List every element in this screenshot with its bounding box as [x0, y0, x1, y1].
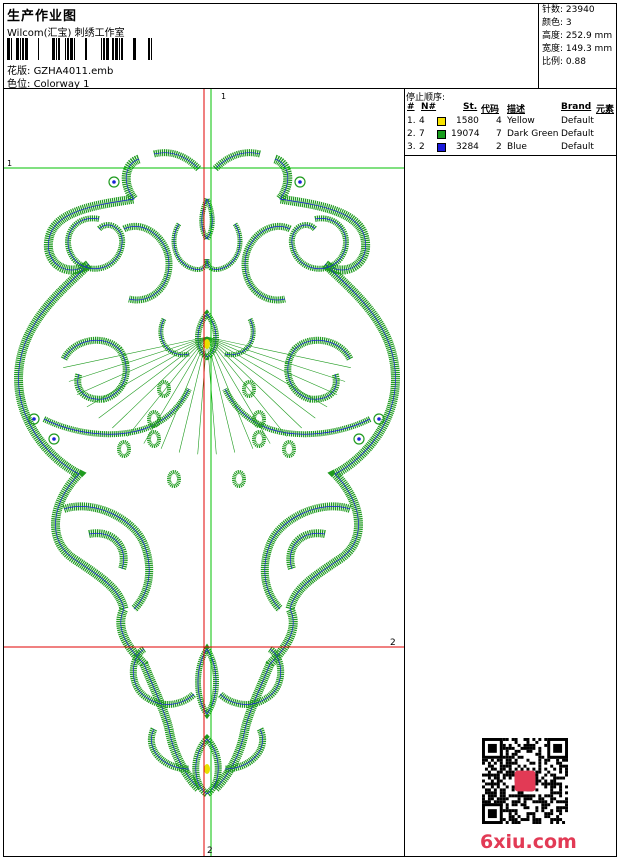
bead-motif: [282, 440, 296, 458]
bead-motif: [232, 470, 246, 488]
bead-motif: [252, 430, 266, 448]
stat-colors: 颜色: 3: [542, 18, 572, 28]
radiating-stitch: [63, 336, 208, 368]
bead-motif: [157, 380, 171, 398]
outer-contour-right: [211, 154, 400, 793]
sheet-title: 生产作业图: [7, 9, 78, 24]
col-code: 代码: [481, 105, 500, 115]
stop-sequence-legend: 停止顺序: # N# St. 代码 描述 Brand 元素 1. 4 1580 …: [404, 89, 616, 155]
radiating-stitch: [206, 336, 328, 408]
canvas-divider: [404, 155, 405, 856]
col-description: 描述: [507, 105, 526, 115]
inner-scroll-left: [60, 149, 202, 403]
flower-center: [298, 180, 302, 184]
col-brand: Brand: [561, 102, 592, 112]
yellow-accent: [204, 339, 210, 349]
production-sheet: 生产作业图 Wilcom(汇宝) 刺绣工作室 花版: GZHA4011.emb …: [3, 3, 617, 857]
embroidery-preview: 1 2 1 2: [4, 89, 404, 856]
col-index: #: [407, 102, 415, 112]
company-name: Wilcom(汇宝) 刺绣工作室: [7, 28, 125, 39]
bead-motif: [167, 470, 181, 488]
mid-band-left-outline: [43, 388, 190, 435]
outer-contour-left: [14, 154, 203, 793]
bottom-drop: [195, 643, 219, 720]
watermark-logo: 6xiu.com: [480, 831, 577, 853]
center-leaf-left: [158, 317, 190, 358]
legend-row: 3. 2 3284 2 Blue Default: [407, 142, 594, 152]
radiating-stitch: [206, 336, 346, 382]
stat-width: 宽度: 149.3 mm: [542, 44, 613, 54]
col-stitches: St.: [463, 102, 478, 112]
flower-center: [112, 180, 116, 184]
flower-center: [52, 437, 56, 441]
col-element: 元素: [596, 105, 615, 115]
color-swatch: [437, 130, 446, 139]
flower-center: [357, 437, 361, 441]
inner-scroll-right: [212, 149, 354, 403]
stat-scale: 比例: 0.88: [542, 57, 586, 67]
inner-scroll-right-outline: [214, 152, 351, 400]
color-swatch: [437, 117, 446, 126]
radiating-stitch: [68, 336, 208, 382]
bead-motif: [147, 430, 161, 448]
stat-stitches: 针数: 23940: [542, 5, 595, 15]
qr-code-icon: [482, 738, 568, 824]
flower-center: [377, 417, 381, 421]
legend-row: 1. 4 1580 4 Yellow Default: [407, 116, 594, 126]
color-swatch: [437, 143, 446, 152]
legend-row: 2. 7 19074 7 Dark Green Default: [407, 129, 594, 139]
bead-motif: [242, 380, 256, 398]
legend-divider: [404, 155, 616, 156]
mid-band-right-outline: [224, 388, 371, 435]
header-panel: 生产作业图 Wilcom(汇宝) 刺绣工作室 花版: GZHA4011.emb …: [4, 4, 539, 90]
stats-panel: 针数: 23940 颜色: 3 高度: 252.9 mm 宽度: 149.3 m…: [540, 4, 618, 88]
guide-label-h2: 2: [390, 638, 396, 648]
embroidery-design: [14, 149, 400, 799]
barcode-icon: [7, 38, 152, 60]
radiating-stitch: [206, 336, 351, 368]
guide-label-h1: 1: [7, 159, 12, 168]
stat-height: 高度: 252.9 mm: [542, 31, 613, 41]
guide-label-v2: 2: [207, 846, 213, 856]
center-leaf-right: [224, 317, 256, 358]
bead-motif: [117, 440, 131, 458]
yellow-accent: [204, 764, 210, 774]
guide-label-v1: 1: [221, 92, 226, 101]
flower-center: [32, 417, 36, 421]
legend-header-row: # N# St. 代码 描述 Brand 元素: [405, 102, 616, 115]
col-needle: N#: [421, 102, 437, 112]
radiating-stitch: [86, 336, 208, 408]
inner-scroll-left-outline: [63, 152, 200, 400]
